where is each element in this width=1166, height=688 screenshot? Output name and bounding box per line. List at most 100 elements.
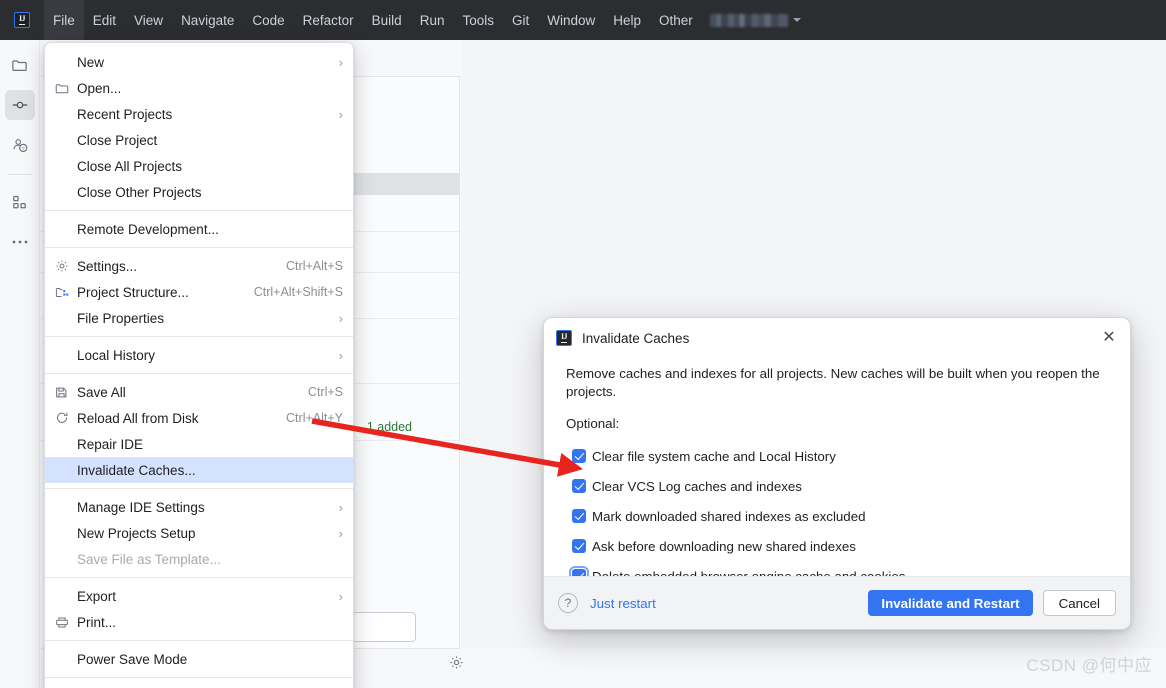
menu-item-label: Save All: [77, 385, 294, 400]
chevron-right-icon: ›: [339, 589, 343, 604]
menu-file-label: File: [53, 13, 75, 28]
project-selector[interactable]: [710, 14, 801, 27]
menu-item-label: Project Structure...: [77, 285, 240, 300]
menu-tools[interactable]: Tools: [453, 0, 503, 40]
menu-separator: [45, 677, 353, 678]
sidebar-item-project[interactable]: [5, 50, 35, 80]
added-count-label: 1 added: [367, 420, 412, 434]
menu-navigate-label: Navigate: [181, 13, 234, 28]
menu-run-label: Run: [420, 13, 445, 28]
menu-item-label: Close Other Projects: [77, 185, 343, 200]
menu-item-recent-projects[interactable]: Recent Projects ›: [45, 101, 353, 127]
checkbox-icon[interactable]: [566, 479, 592, 493]
checkbox-icon[interactable]: [566, 449, 592, 463]
menu-item-label: Recent Projects: [77, 107, 329, 122]
menu-git-label: Git: [512, 13, 529, 28]
checkbox-label: Mark downloaded shared indexes as exclud…: [592, 509, 866, 524]
more-icon[interactable]: [5, 227, 35, 257]
empty-icon: [55, 347, 77, 363]
empty-icon: [55, 106, 77, 122]
menu-window-label: Window: [547, 13, 595, 28]
chevron-down-icon: [793, 18, 801, 22]
menu-item-save-file-as-template: Save File as Template...: [45, 546, 353, 572]
sidebar-item-structure[interactable]: [5, 187, 35, 217]
menu-separator: [45, 488, 353, 489]
menu-item-close-project[interactable]: Close Project: [45, 127, 353, 153]
svg-text:?: ?: [21, 146, 24, 152]
empty-icon: [55, 54, 77, 70]
menu-navigate[interactable]: Navigate: [172, 0, 243, 40]
dialog-header: IJ Invalidate Caches ✕: [544, 318, 1130, 358]
menu-view[interactable]: View: [125, 0, 172, 40]
menu-item-exit[interactable]: Exit: [45, 683, 353, 688]
menu-separator: [45, 336, 353, 337]
menu-item-settings[interactable]: Settings... Ctrl+Alt+S: [45, 253, 353, 279]
menu-tools-label: Tools: [462, 13, 494, 28]
dialog-footer: ? Just restart Invalidate and Restart Ca…: [544, 576, 1130, 629]
sidebar-item-pull-requests[interactable]: ?: [5, 130, 35, 160]
menu-item-local-history[interactable]: Local History ›: [45, 342, 353, 368]
checkbox-label: Clear file system cache and Local Histor…: [592, 449, 836, 464]
menu-other[interactable]: Other: [650, 0, 702, 40]
menu-help[interactable]: Help: [604, 0, 650, 40]
checkbox-label: Ask before downloading new shared indexe…: [592, 539, 856, 554]
menu-build[interactable]: Build: [363, 0, 411, 40]
menu-separator: [45, 247, 353, 248]
ij-logo-icon: IJ: [556, 330, 572, 346]
menu-item-manage-ide-settings[interactable]: Manage IDE Settings ›: [45, 494, 353, 520]
checkbox-icon[interactable]: [566, 509, 592, 523]
menu-item-label: Invalidate Caches...: [77, 463, 343, 478]
empty-icon: [55, 132, 77, 148]
just-restart-link[interactable]: Just restart: [590, 596, 656, 611]
menu-window[interactable]: Window: [538, 0, 604, 40]
menu-edit[interactable]: Edit: [84, 0, 125, 40]
menu-item-label: Settings...: [77, 259, 272, 274]
checkbox-row-clear-fs-cache[interactable]: Clear file system cache and Local Histor…: [566, 441, 1108, 471]
menu-item-file-properties[interactable]: File Properties ›: [45, 305, 353, 331]
sidebar-item-commit[interactable]: [5, 90, 35, 120]
checkbox-row-mark-shared-indexes[interactable]: Mark downloaded shared indexes as exclud…: [566, 501, 1108, 531]
gear-icon[interactable]: [449, 655, 464, 675]
menu-item-invalidate-caches[interactable]: Invalidate Caches...: [45, 457, 353, 483]
menu-view-label: View: [134, 13, 163, 28]
main-menu-bar: IJ File Edit View Navigate Code Refactor…: [0, 0, 1166, 40]
menu-item-repair-ide[interactable]: Repair IDE: [45, 431, 353, 457]
menu-item-label: Remote Development...: [77, 222, 343, 237]
ij-logo-icon[interactable]: IJ: [0, 0, 44, 40]
menu-item-open[interactable]: Open...: [45, 75, 353, 101]
menu-item-print[interactable]: Print...: [45, 609, 353, 635]
menu-item-remote-development[interactable]: Remote Development...: [45, 216, 353, 242]
dialog-title: Invalidate Caches: [582, 331, 689, 346]
menu-refactor[interactable]: Refactor: [294, 0, 363, 40]
menu-edit-label: Edit: [93, 13, 116, 28]
project-structure-icon: [55, 284, 77, 300]
menu-item-label: Manage IDE Settings: [77, 500, 329, 515]
menu-item-power-save-mode[interactable]: Power Save Mode: [45, 646, 353, 672]
menu-git[interactable]: Git: [503, 0, 538, 40]
menu-file[interactable]: File: [44, 0, 84, 40]
menu-item-label: Local History: [77, 348, 329, 363]
checkbox-row-ask-before-download[interactable]: Ask before downloading new shared indexe…: [566, 531, 1108, 561]
menu-item-save-all[interactable]: Save All Ctrl+S: [45, 379, 353, 405]
dialog-description: Remove caches and indexes for all projec…: [566, 365, 1114, 401]
menu-item-close-all-projects[interactable]: Close All Projects: [45, 153, 353, 179]
menu-item-export[interactable]: Export ›: [45, 583, 353, 609]
cancel-button[interactable]: Cancel: [1043, 590, 1116, 616]
menu-run[interactable]: Run: [411, 0, 454, 40]
print-icon: [55, 614, 77, 630]
menu-separator: [45, 373, 353, 374]
checkbox-icon[interactable]: [566, 539, 592, 553]
menu-item-project-structure[interactable]: Project Structure... Ctrl+Alt+Shift+S: [45, 279, 353, 305]
help-icon[interactable]: ?: [558, 593, 578, 613]
menu-build-label: Build: [372, 13, 402, 28]
menu-item-close-other-projects[interactable]: Close Other Projects: [45, 179, 353, 205]
menu-item-label: Save File as Template...: [77, 552, 343, 567]
close-icon[interactable]: ✕: [1098, 327, 1120, 349]
menu-code[interactable]: Code: [243, 0, 293, 40]
menu-item-reload-all-from-disk[interactable]: Reload All from Disk Ctrl+Alt+Y: [45, 405, 353, 431]
menu-item-new[interactable]: New ›: [45, 49, 353, 75]
invalidate-and-restart-button[interactable]: Invalidate and Restart: [868, 590, 1032, 616]
menu-refactor-label: Refactor: [303, 13, 354, 28]
menu-item-new-projects-setup[interactable]: New Projects Setup ›: [45, 520, 353, 546]
checkbox-row-clear-vcs-log[interactable]: Clear VCS Log caches and indexes: [566, 471, 1108, 501]
